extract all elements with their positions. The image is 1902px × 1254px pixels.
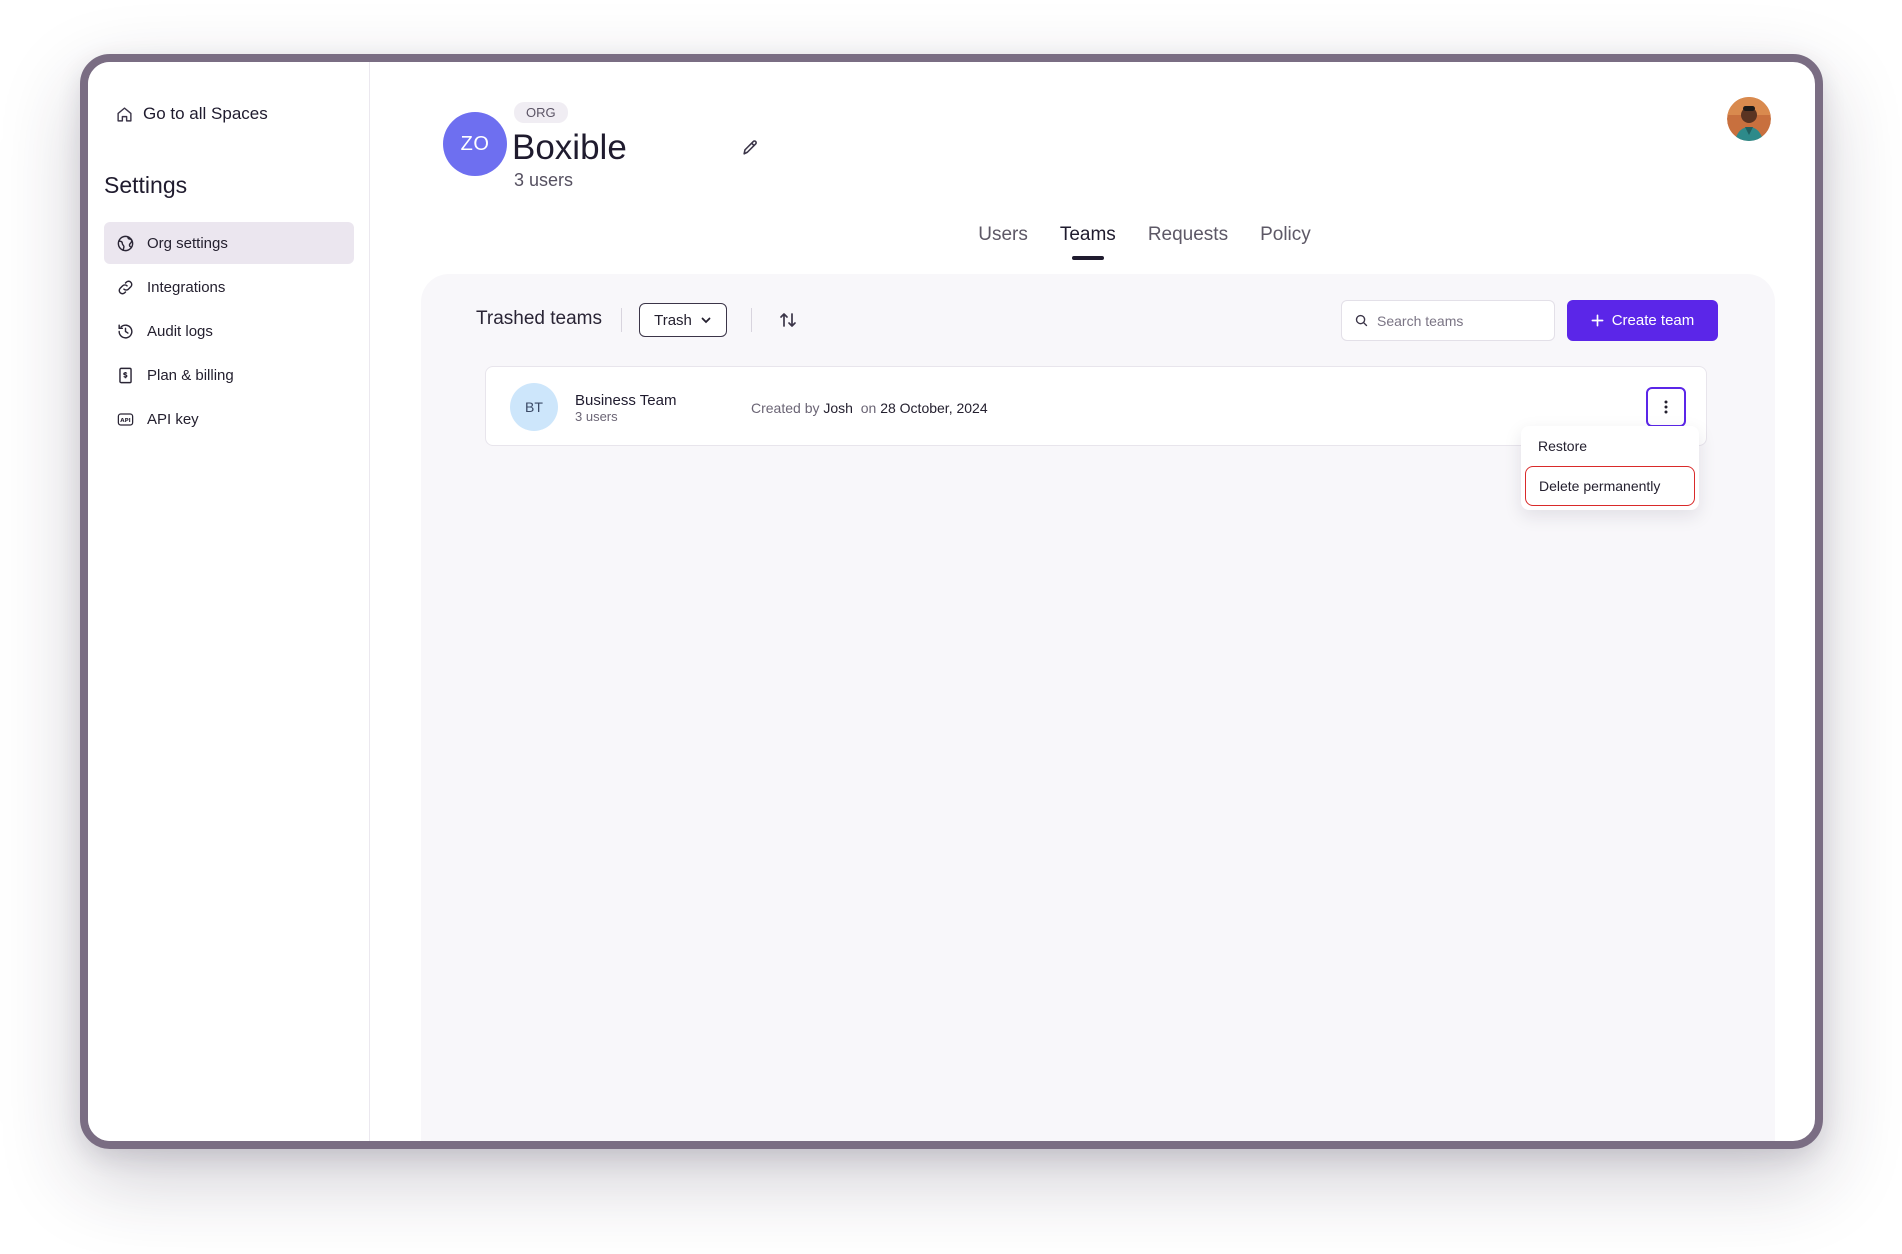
created-by-name: Josh bbox=[823, 400, 853, 416]
team-avatar: BT bbox=[510, 383, 558, 431]
sidebar-item-integrations[interactable]: Integrations bbox=[104, 266, 354, 308]
billing-icon bbox=[119, 367, 132, 383]
profile-photo-icon bbox=[1727, 97, 1771, 141]
sidebar-item-plan-billing[interactable]: Plan & billing bbox=[104, 354, 354, 396]
created-date: 28 October, 2024 bbox=[880, 400, 988, 416]
org-badge: ORG bbox=[514, 102, 568, 123]
sidebar-item-label: API key bbox=[147, 410, 199, 428]
org-avatar: ZO bbox=[443, 112, 507, 176]
team-name: Business Team bbox=[575, 392, 677, 409]
team-actions-button[interactable] bbox=[1646, 387, 1686, 427]
tab-users[interactable]: Users bbox=[978, 224, 1028, 260]
link-icon bbox=[118, 280, 133, 294]
chevron-down-icon bbox=[701, 317, 711, 324]
create-team-button[interactable]: Create team bbox=[1567, 300, 1718, 341]
tab-teams[interactable]: Teams bbox=[1060, 224, 1116, 260]
main-content: ZO ORG Boxible 3 users Users Teams Reque… bbox=[370, 62, 1815, 1141]
org-name: Boxible bbox=[512, 128, 627, 167]
settings-title: Settings bbox=[104, 172, 188, 198]
menu-item-restore[interactable]: Restore bbox=[1525, 426, 1695, 466]
create-team-label: Create team bbox=[1611, 312, 1695, 329]
sidebar-item-audit-logs[interactable]: Audit logs bbox=[104, 310, 354, 352]
app-window: Go to all Spaces Settings Org settings I… bbox=[80, 54, 1823, 1149]
home-icon bbox=[117, 106, 132, 122]
filter-label: Trash bbox=[654, 311, 692, 329]
trash-filter-dropdown[interactable]: Trash bbox=[639, 303, 727, 337]
sidebar-item-label: Integrations bbox=[147, 278, 226, 296]
api-icon: API bbox=[117, 412, 134, 426]
profile-avatar[interactable] bbox=[1727, 97, 1771, 141]
menu-item-delete-permanently[interactable]: Delete permanently bbox=[1525, 466, 1695, 506]
history-icon bbox=[118, 323, 133, 339]
team-created-info: Created by Josh on 28 October, 2024 bbox=[751, 400, 988, 416]
search-icon bbox=[1355, 314, 1368, 327]
go-to-all-spaces-link[interactable]: Go to all Spaces bbox=[116, 104, 268, 124]
org-user-count: 3 users bbox=[514, 170, 574, 190]
toolbar-divider bbox=[621, 308, 622, 332]
sidebar: Go to all Spaces Settings Org settings I… bbox=[88, 62, 370, 1141]
plus-icon bbox=[1591, 314, 1604, 327]
tab-policy[interactable]: Policy bbox=[1260, 224, 1311, 260]
sidebar-item-label: Audit logs bbox=[147, 322, 213, 340]
settings-nav: Org settings Integrations Audit logs Pla… bbox=[104, 222, 354, 442]
team-actions-menu: Restore Delete permanently bbox=[1521, 426, 1699, 510]
org-tabs: Users Teams Requests Policy bbox=[370, 224, 1815, 260]
sidebar-item-org-settings[interactable]: Org settings bbox=[104, 222, 354, 264]
search-input[interactable] bbox=[1377, 312, 1537, 329]
team-user-count: 3 users bbox=[575, 409, 618, 424]
more-vertical-icon bbox=[1664, 400, 1668, 414]
trashed-teams-title: Trashed teams bbox=[476, 308, 603, 329]
svg-text:API: API bbox=[120, 417, 130, 423]
search-teams-field[interactable] bbox=[1341, 300, 1555, 341]
sidebar-item-label: Org settings bbox=[147, 234, 228, 252]
created-on-prefix: on bbox=[860, 400, 877, 416]
sidebar-item-label: Plan & billing bbox=[147, 366, 234, 384]
toolbar-divider bbox=[751, 308, 752, 332]
teams-panel: Trashed teams Trash Create team BT Busin… bbox=[421, 274, 1775, 1141]
sort-icon[interactable] bbox=[778, 310, 798, 330]
pencil-icon[interactable] bbox=[741, 138, 760, 157]
tab-requests[interactable]: Requests bbox=[1148, 224, 1228, 260]
go-to-all-spaces-label: Go to all Spaces bbox=[143, 104, 268, 123]
created-prefix: Created by bbox=[751, 400, 820, 416]
globe-icon bbox=[117, 235, 134, 251]
sidebar-item-api-key[interactable]: API API key bbox=[104, 398, 354, 440]
